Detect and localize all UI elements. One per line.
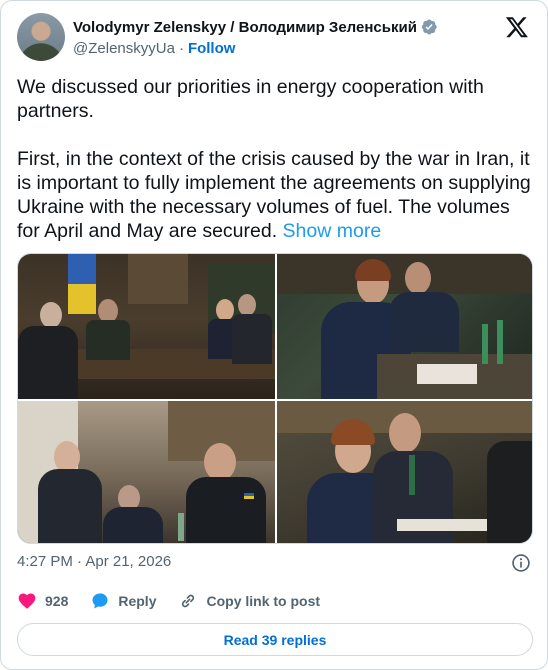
meeting-photo-4[interactable] (277, 401, 532, 543)
reply-label: Reply (118, 593, 157, 609)
post-timestamp[interactable]: 4:27 PM · Apr 21, 2026 (17, 553, 171, 570)
heart-icon (18, 593, 36, 609)
meeting-photo-3[interactable] (18, 401, 275, 543)
show-more-link[interactable]: Show more (283, 220, 382, 242)
handle-separator: · (178, 40, 184, 57)
like-count: 928 (45, 593, 69, 609)
post-text: We discussed our priorities in energy co… (17, 75, 531, 243)
link-icon (182, 594, 195, 608)
post-body: We discussed our priorities in energy co… (17, 76, 531, 242)
media-grid (17, 253, 533, 544)
post-card: Volodymyr Zelenskyy / Володимир Зеленськ… (0, 0, 548, 670)
x-logo-icon[interactable] (505, 15, 529, 39)
copy-link-label: Copy link to post (206, 593, 321, 609)
timestamp-row: 4:27 PM · Apr 21, 2026 (17, 553, 531, 573)
reply-button[interactable]: Reply (90, 591, 156, 611)
meeting-photo-2[interactable] (277, 254, 532, 399)
copy-link-button[interactable]: Copy link to post (178, 591, 320, 611)
author-handle[interactable]: @ZelenskyyUa (73, 40, 175, 57)
verified-badge-icon (421, 19, 437, 35)
follow-button[interactable]: Follow (188, 40, 236, 57)
info-icon[interactable] (511, 553, 531, 573)
read-replies-button[interactable]: Read 39 replies (17, 623, 533, 656)
reply-bubble-icon (92, 593, 108, 609)
meeting-photo-1[interactable] (18, 254, 275, 399)
action-bar: 928 Reply Copy link to post (17, 591, 342, 611)
like-button[interactable]: 928 (17, 591, 68, 611)
avatar[interactable] (17, 13, 65, 61)
author-display-name[interactable]: Volodymyr Zelenskyy / Володимир Зеленськ… (73, 19, 417, 36)
read-replies-label: Read 39 replies (223, 631, 327, 648)
post-header: Volodymyr Zelenskyy / Володимир Зеленськ… (17, 13, 531, 61)
author-block: Volodymyr Zelenskyy / Володимир Зеленськ… (73, 17, 438, 57)
